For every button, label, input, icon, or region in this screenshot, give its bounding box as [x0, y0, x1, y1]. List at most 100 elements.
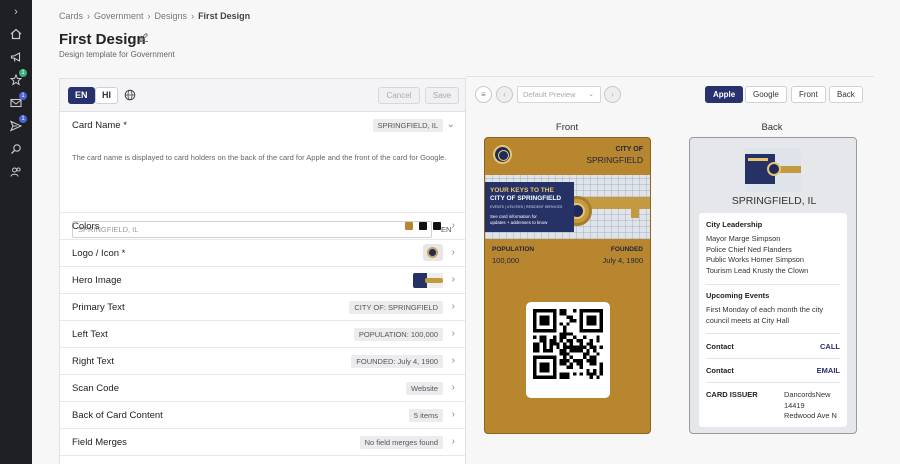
globe-icon[interactable]	[124, 89, 136, 101]
left-text-label: Left Text	[72, 329, 108, 340]
hero-thumbnail	[413, 273, 443, 288]
apple-button[interactable]: Apple	[705, 86, 744, 103]
chevron-right-icon[interactable]: ›	[8, 4, 24, 20]
divider	[706, 333, 840, 334]
preview-select[interactable]: Default Preview ⌄	[517, 86, 601, 103]
hero-image: YOUR KEYS TO THE CITY OF SPRINGFIELD EVE…	[485, 175, 650, 239]
left-text-row[interactable]: Left Text POPULATION: 100,000 ›	[60, 321, 465, 348]
next-arrow-icon[interactable]: ›	[604, 86, 621, 103]
breadcrumb-designs[interactable]: Designs	[155, 11, 188, 21]
front-card-preview: CITY OF SPRINGFIELD YOUR KEYS TO THE CIT…	[484, 137, 651, 434]
scan-code-row[interactable]: Scan Code Website ›	[60, 375, 465, 402]
scan-code-value: Website	[406, 382, 443, 395]
cancel-button[interactable]: Cancel	[378, 87, 420, 104]
call-link[interactable]: CALL	[820, 342, 840, 351]
breadcrumb: Cards › Government › Designs › First Design	[59, 11, 251, 21]
back-card-preview: SPRINGFIELD, IL City Leadership Mayor Ma…	[689, 137, 857, 434]
save-button[interactable]: Save	[425, 87, 459, 104]
right-text-value: FOUNDED: July 4, 1900	[351, 355, 443, 368]
users-icon[interactable]	[8, 166, 24, 182]
hero-headline-2: CITY OF SPRINGFIELD	[490, 195, 562, 202]
google-button[interactable]: Google	[745, 86, 787, 103]
contact-label: Contact	[706, 342, 734, 351]
chevron-right-icon: ›	[451, 436, 455, 447]
card-name-row: Card Name * SPRINGFIELD, IL ⌄ The card n…	[60, 112, 465, 238]
color-swatch-label[interactable]	[419, 222, 427, 230]
right-field-label: FOUNDED	[610, 246, 643, 253]
field-merges-row[interactable]: Field Merges No field merges found ›	[60, 429, 465, 456]
chevron-right-icon: ›	[451, 301, 455, 312]
events-section: Upcoming Events First Monday of each mon…	[706, 291, 840, 326]
breadcrumb-current: First Design	[198, 11, 251, 21]
card-issuer-label: CARD ISSUER	[706, 390, 758, 399]
card-name-help: The card name is displayed to card holde…	[72, 153, 447, 162]
card-issuer-value: DancordsNew 14419 Redwood Ave N	[784, 390, 837, 420]
right-text-row[interactable]: Right Text FOUNDED: July 4, 1900 ›	[60, 348, 465, 375]
chevron-right-icon: ›	[451, 382, 455, 393]
home-icon[interactable]	[8, 28, 24, 44]
back-content: City Leadership Mayor Marge Simpson Poli…	[699, 213, 847, 427]
chevron-down-icon[interactable]: ⌄	[447, 119, 455, 130]
contact-label: Contact	[706, 366, 734, 375]
leadership-text: Mayor Marge Simpson Police Chief Ned Fla…	[706, 234, 809, 275]
prev-arrow-icon[interactable]: ‹	[496, 86, 513, 103]
back-content-label: Back of Card Content	[72, 410, 163, 421]
front-heading: Front	[555, 122, 579, 133]
primary-value: SPRINGFIELD	[586, 155, 643, 165]
breadcrumb-cards[interactable]: Cards	[59, 11, 83, 21]
logo-label: Logo / Icon *	[72, 248, 126, 259]
lang-en-button[interactable]: EN	[68, 87, 95, 104]
megaphone-icon[interactable]	[8, 51, 24, 67]
page-subtitle: Design template for Government	[59, 50, 175, 59]
divider	[706, 284, 840, 285]
chevron-down-icon: ⌄	[588, 91, 594, 98]
logo-thumbnail	[423, 244, 443, 261]
back-hero-image	[745, 148, 801, 192]
email-link[interactable]: EMAIL	[817, 366, 840, 375]
contact-email-row: Contact EMAIL	[706, 366, 840, 378]
qr-code-container	[526, 302, 610, 398]
lang-hi-button[interactable]: HI	[95, 87, 118, 104]
primary-label: CITY OF	[615, 146, 643, 153]
divider	[706, 358, 840, 359]
star-icon[interactable]: 1	[8, 69, 27, 90]
preview-select-value: Default Preview	[523, 90, 576, 99]
color-swatch-background[interactable]	[405, 222, 413, 230]
hero-note: See card information for updates + addre…	[490, 214, 548, 225]
back-card-name: SPRINGFIELD, IL	[731, 195, 817, 207]
city-seal-logo	[493, 145, 512, 164]
card-name-value: SPRINGFIELD, IL	[372, 119, 443, 132]
breadcrumb-government[interactable]: Government	[94, 11, 144, 21]
send-icon[interactable]: 1	[8, 115, 27, 136]
events-text: First Monday of each month the city coun…	[706, 305, 824, 325]
menu-icon[interactable]: ≡	[475, 86, 492, 103]
chevron-right-icon: ›	[451, 328, 455, 339]
card-issuer-row: CARD ISSUER DancordsNew 14419 Redwood Av…	[706, 390, 840, 427]
back-button[interactable]: Back	[829, 86, 863, 103]
colors-row[interactable]: Colors ›	[60, 213, 465, 240]
front-button[interactable]: Front	[791, 86, 826, 103]
editor-panel: EN HI Cancel Save Card Name * SPRINGFIEL…	[59, 78, 466, 464]
leadership-section: City Leadership Mayor Marge Simpson Poli…	[706, 220, 840, 276]
search-icon[interactable]	[8, 143, 24, 159]
field-merges-label: Field Merges	[72, 437, 127, 448]
back-content-row[interactable]: Back of Card Content 5 items ›	[60, 402, 465, 429]
pencil-icon[interactable]	[139, 32, 149, 42]
left-field-value: 100,000	[492, 256, 520, 265]
color-swatch-value[interactable]	[433, 222, 441, 230]
mail-icon[interactable]: 1	[8, 92, 27, 113]
chevron-right-icon: ›	[451, 220, 455, 231]
left-text-value: POPULATION: 100,000	[353, 328, 443, 341]
hero-tagline: EVENTS | UTILITIES | RESIDENT SERVICES	[490, 205, 563, 209]
logo-row[interactable]: Logo / Icon * ›	[60, 240, 465, 267]
hero-image-row[interactable]: Hero Image ›	[60, 267, 465, 294]
hero-image-label: Hero Image	[72, 275, 122, 286]
hero-headline-1: YOUR KEYS TO THE	[490, 187, 554, 194]
nav-rail: › 1 1 1	[0, 0, 32, 464]
qr-code	[533, 309, 603, 379]
leadership-title: City Leadership	[706, 220, 763, 229]
divider	[706, 382, 840, 383]
chevron-right-icon: ›	[451, 355, 455, 366]
primary-text-row[interactable]: Primary Text CITY OF: SPRINGFIELD ›	[60, 294, 465, 321]
right-field-value: July 4, 1900	[602, 256, 643, 265]
